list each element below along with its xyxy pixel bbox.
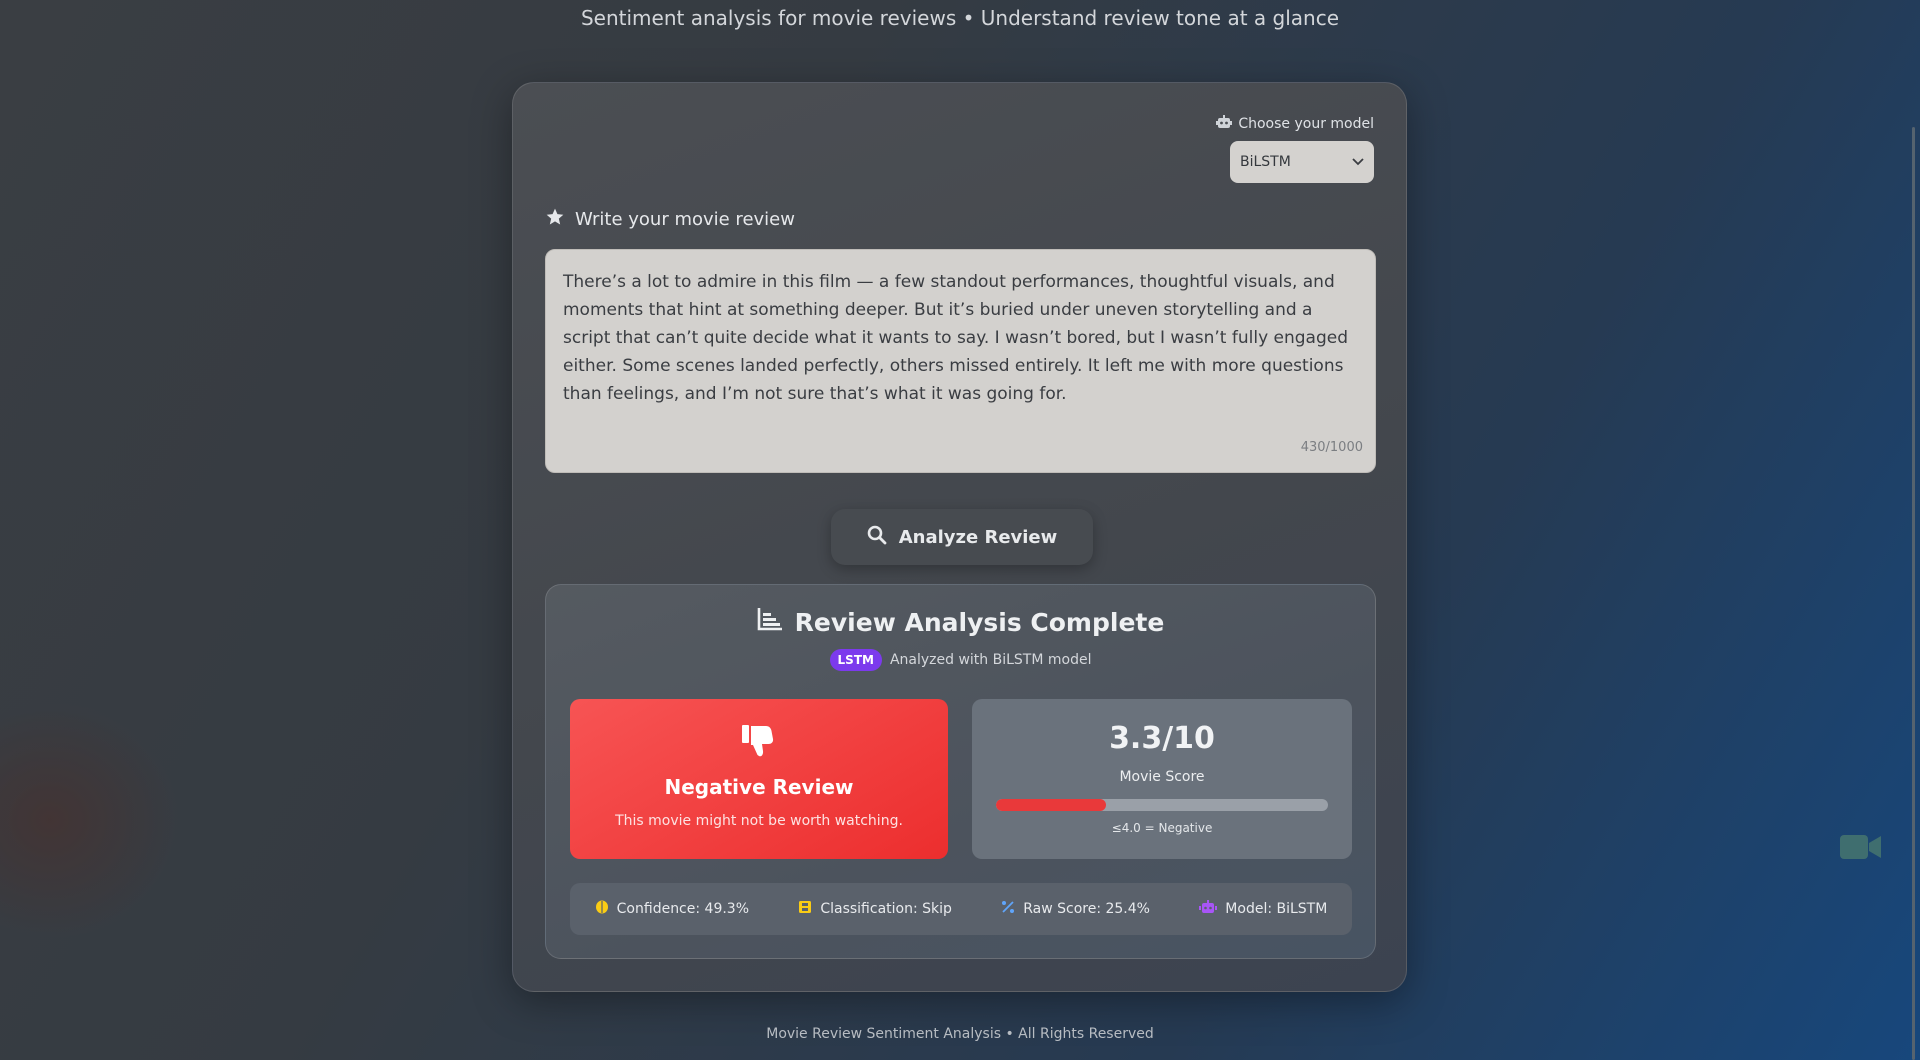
chart-bar-icon [757, 607, 783, 637]
verdict-title: Negative Review [664, 775, 854, 799]
score-progress-fill [996, 799, 1106, 811]
model-select-value: BiLSTM [1240, 154, 1291, 170]
scrollbar[interactable] [1912, 127, 1915, 1060]
stat-classification: Classification: Skip [798, 900, 952, 918]
robot-icon [1216, 115, 1233, 133]
model-picker-label: Choose your model [1216, 115, 1374, 133]
results-panel: Review Analysis Complete LSTM Analyzed w… [545, 584, 1376, 959]
score-threshold-note: ≤4.0 = Negative [1111, 821, 1213, 835]
model-text: Model: BiLSTM [1225, 901, 1328, 917]
stat-raw-score: Raw Score: 25.4% [1001, 900, 1150, 918]
video-camera-icon[interactable] [1840, 834, 1882, 864]
review-text: There’s a lot to admire in this film — a… [563, 272, 1349, 404]
analyze-review-label: Analyze Review [898, 526, 1058, 548]
page-subtitle: Sentiment analysis for movie reviews • U… [580, 6, 1340, 30]
results-title: Review Analysis Complete [794, 607, 1165, 637]
review-label: Write your movie review [545, 207, 795, 232]
brain-icon [595, 900, 609, 918]
raw-score-text: Raw Score: 25.4% [1023, 901, 1150, 917]
analyzer-card: Choose your model BiLSTM Write your movi… [512, 82, 1407, 992]
percent-icon [1001, 900, 1015, 918]
confidence-text: Confidence: 49.3% [616, 901, 750, 917]
robot-icon [1199, 900, 1218, 918]
verdict-description: This movie might not be worth watching. [615, 813, 903, 829]
model-type-badge: LSTM [829, 649, 882, 671]
verdict-card: Negative Review This movie might not be … [570, 699, 948, 859]
analyzed-with-text: Analyzed with BiLSTM model [889, 652, 1092, 668]
thumbs-down-icon [740, 723, 778, 763]
review-textarea[interactable]: There’s a lot to admire in this film — a… [545, 249, 1376, 473]
char-counter: 430/1000 [1300, 440, 1363, 455]
stats-bar: Confidence: 49.3% Classification: Skip R… [570, 883, 1352, 935]
movie-score-label: Movie Score [1119, 769, 1205, 785]
film-icon [798, 900, 812, 918]
background-glow [0, 700, 180, 940]
stat-model: Model: BiLSTM [1199, 900, 1327, 918]
analyzed-with-line: LSTM Analyzed with BiLSTM model [546, 649, 1375, 671]
star-icon [545, 207, 565, 232]
score-progress-track [996, 799, 1328, 811]
chevron-down-icon [1352, 154, 1364, 170]
results-heading: Review Analysis Complete [546, 607, 1375, 637]
search-icon [867, 525, 887, 550]
footer-text: Movie Review Sentiment Analysis • All Ri… [766, 1026, 1154, 1042]
movie-score-value: 3.3/10 [1109, 721, 1215, 756]
review-label-text: Write your movie review [575, 209, 795, 230]
stat-confidence: Confidence: 49.3% [595, 900, 749, 918]
score-card: 3.3/10 Movie Score ≤4.0 = Negative [972, 699, 1352, 859]
analyze-review-button[interactable]: Analyze Review [831, 509, 1093, 565]
classification-text: Classification: Skip [820, 901, 952, 917]
model-select[interactable]: BiLSTM [1230, 141, 1374, 183]
model-picker-label-text: Choose your model [1238, 116, 1374, 132]
